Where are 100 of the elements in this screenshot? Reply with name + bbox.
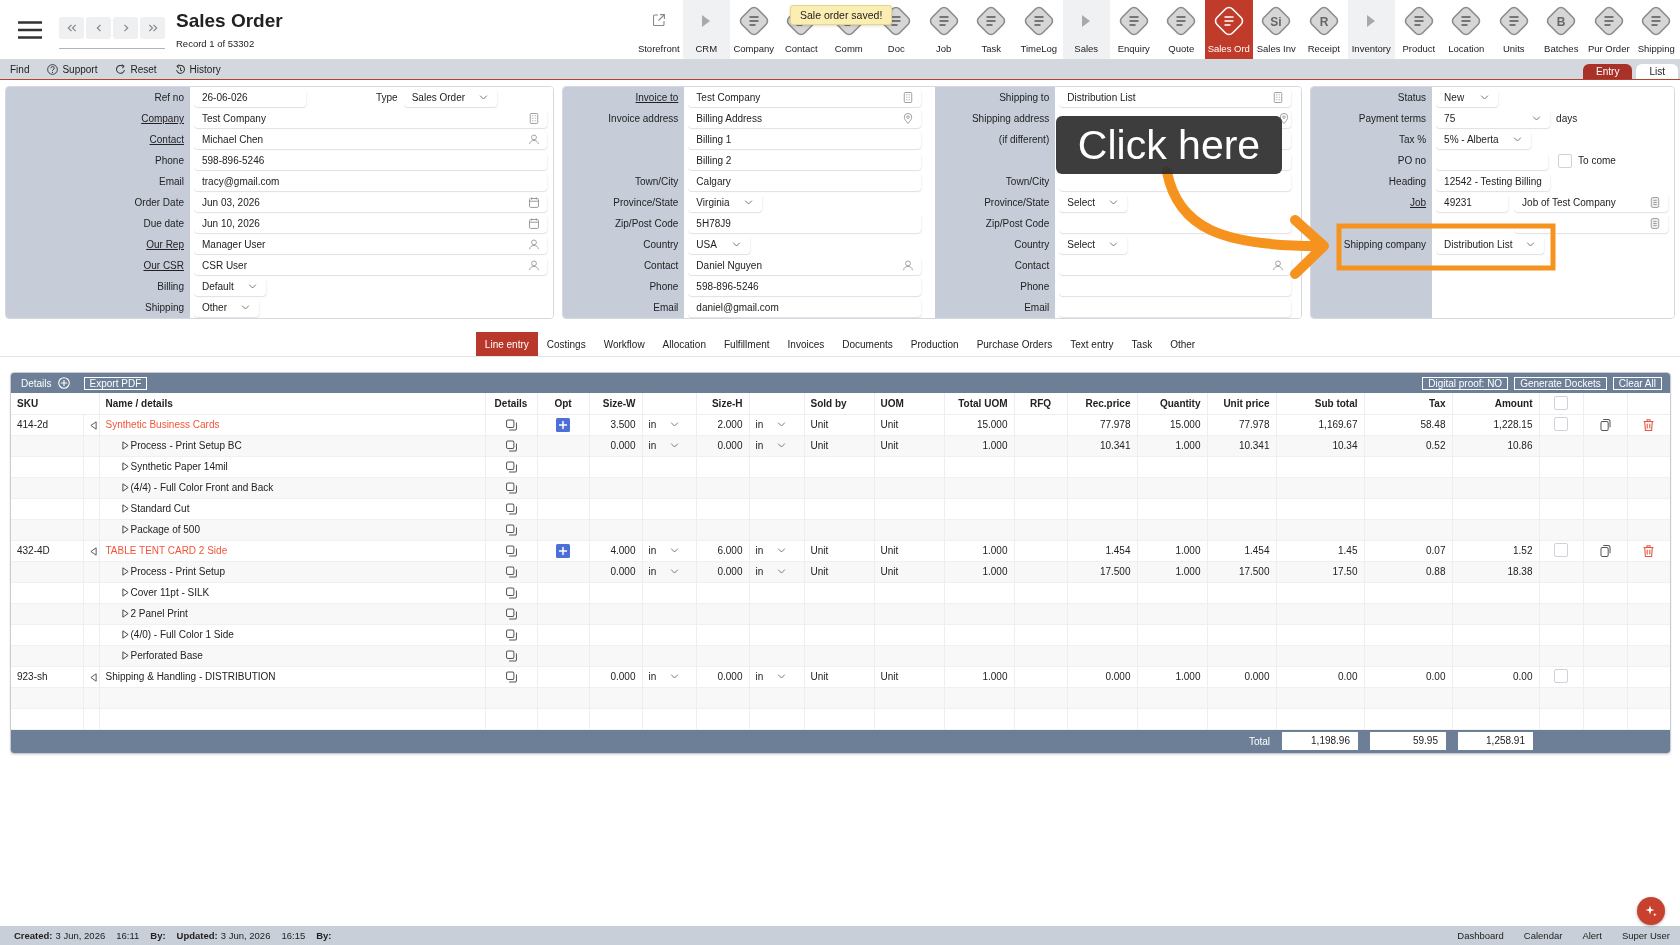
footer-link[interactable]: Super User — [1621, 930, 1670, 941]
input-field[interactable]: Jun 03, 2026 — [194, 193, 548, 212]
unit-dropdown[interactable]: in — [755, 671, 787, 682]
toolbar-button[interactable]: Location — [1442, 0, 1490, 59]
footer-link[interactable]: Dashboard — [1457, 930, 1504, 941]
input-field[interactable]: Test Company — [194, 109, 548, 128]
unit-dropdown[interactable]: in — [648, 545, 680, 556]
nav-button[interactable] — [86, 16, 111, 39]
dropdown[interactable]: Sales Order — [403, 88, 498, 107]
action-button[interactable]: Reset — [115, 60, 157, 79]
input-field[interactable]: Distribution List — [1059, 88, 1292, 107]
dropdown[interactable]: 75 — [1436, 109, 1551, 128]
tab[interactable]: Documents — [833, 332, 902, 356]
unit-dropdown[interactable]: in — [648, 671, 680, 682]
input-field[interactable]: Jun 10, 2026 — [194, 214, 548, 233]
input-field[interactable] — [1059, 277, 1292, 296]
input-field[interactable]: 598-896-5246 — [688, 277, 922, 296]
footer-link[interactable]: Alert — [1582, 930, 1602, 941]
dropdown[interactable]: USA — [688, 235, 751, 254]
input-field[interactable]: daniel@gmail.com — [688, 298, 922, 317]
checkbox[interactable] — [1554, 668, 1568, 683]
input-field[interactable] — [1514, 214, 1668, 233]
toolbar-button[interactable]: Clear All — [1612, 376, 1662, 390]
checkbox[interactable] — [1554, 416, 1568, 431]
field-link[interactable]: Our Rep — [146, 239, 184, 250]
unit-dropdown[interactable]: in — [648, 566, 680, 577]
toolbar-button[interactable]: Product — [1395, 0, 1443, 59]
field-link[interactable]: Job — [1410, 197, 1427, 208]
input-field[interactable]: Manager User — [194, 235, 548, 254]
action-button[interactable]: History — [174, 60, 221, 79]
checkbox[interactable] — [1554, 542, 1568, 557]
toolbar-button[interactable]: R Receipt — [1300, 0, 1348, 59]
unit-dropdown[interactable]: in — [755, 440, 787, 451]
toolbar-button[interactable]: Enquiry — [1110, 0, 1158, 59]
toolbar-button[interactable]: TimeLog — [1015, 0, 1063, 59]
view-tab[interactable]: Entry — [1583, 64, 1633, 79]
input-field[interactable] — [1436, 151, 1549, 170]
input-field[interactable]: Billing Address — [688, 109, 922, 128]
input-field[interactable]: CSR User — [194, 256, 548, 275]
field-link[interactable]: Company — [141, 113, 184, 124]
input-field[interactable]: Daniel Nguyen — [688, 256, 922, 275]
tab[interactable]: Invoices — [778, 332, 834, 356]
view-tab[interactable]: List — [1636, 64, 1678, 79]
unit-dropdown[interactable]: in — [648, 440, 680, 451]
toolbar-button[interactable]: Sales — [1062, 0, 1110, 59]
dropdown[interactable]: New — [1436, 88, 1499, 107]
input-field[interactable]: 598-896-5246 — [194, 151, 548, 170]
tab[interactable]: Costings — [537, 332, 595, 356]
toolbar-button[interactable]: Export PDF — [83, 376, 148, 390]
unit-dropdown[interactable]: in — [755, 566, 787, 577]
nav-button[interactable] — [113, 16, 138, 39]
dropdown[interactable]: Virginia — [688, 193, 762, 212]
toolbar-button[interactable]: Pur Order — [1585, 0, 1633, 59]
action-button[interactable]: Support — [47, 60, 98, 79]
dropdown[interactable]: Select — [1059, 235, 1127, 254]
nav-button[interactable] — [140, 16, 165, 39]
nav-button[interactable] — [59, 16, 84, 39]
input-field[interactable]: Job of Test Company — [1514, 193, 1668, 212]
toolbar-button[interactable]: Inventory — [1347, 0, 1395, 59]
checkbox[interactable] — [1558, 153, 1573, 168]
dropdown[interactable]: Default — [194, 277, 266, 296]
input-field[interactable]: 26-06-026 — [194, 88, 306, 107]
toolbar-button[interactable]: B Batches — [1537, 0, 1585, 59]
dropdown[interactable]: Other — [194, 298, 259, 317]
tab[interactable]: Allocation — [653, 332, 715, 356]
tab[interactable]: Task — [1122, 332, 1162, 356]
field-link[interactable]: Contact — [149, 134, 184, 145]
input-field[interactable]: 12542 - Testing Billing — [1436, 172, 1550, 191]
toolbar-button[interactable]: CRM — [682, 0, 730, 59]
input-field[interactable]: Calgary — [688, 172, 922, 191]
field-link[interactable]: Invoice to — [635, 92, 679, 103]
dropdown[interactable]: 5% - Alberta — [1436, 130, 1531, 149]
input-field[interactable]: 49231 — [1436, 193, 1509, 212]
tab[interactable]: Text entry — [1061, 332, 1123, 356]
input-field[interactable]: Billing 1 — [688, 130, 922, 149]
toolbar-button[interactable]: Storefront — [635, 0, 683, 59]
input-field[interactable]: Michael Chen — [194, 130, 548, 149]
input-field[interactable]: Test Company — [688, 88, 922, 107]
unit-dropdown[interactable]: in — [755, 419, 787, 430]
toolbar-button[interactable]: Si Sales Inv — [1252, 0, 1300, 59]
dropdown[interactable]: Select — [1059, 193, 1127, 212]
input-field[interactable] — [1059, 298, 1292, 317]
input-field[interactable]: Billing 2 — [688, 151, 922, 170]
toolbar-button[interactable]: Units — [1490, 0, 1538, 59]
toolbar-button[interactable]: Generate Dockets — [1514, 376, 1607, 390]
toolbar-button[interactable]: Quote — [1157, 0, 1205, 59]
checkbox[interactable] — [1554, 396, 1568, 411]
input-field[interactable]: tracy@gmail.com — [194, 172, 548, 191]
toolbar-button[interactable]: Sales Ord — [1205, 0, 1253, 59]
dropdown[interactable]: Distribution List — [1436, 235, 1545, 254]
floating-action-button[interactable] — [1637, 897, 1665, 925]
tab[interactable]: Line entry — [475, 332, 538, 356]
toolbar-button[interactable]: Digital proof: NO — [1422, 376, 1509, 390]
tab[interactable]: Workflow — [594, 332, 654, 356]
toolbar-button[interactable]: Shipping — [1632, 0, 1680, 59]
tab[interactable]: Fulfillment — [714, 332, 779, 356]
action-button[interactable]: Find — [10, 60, 30, 79]
tab[interactable]: Purchase Orders — [967, 332, 1062, 356]
toolbar-button[interactable]: Job — [920, 0, 968, 59]
unit-dropdown[interactable]: in — [755, 545, 787, 556]
